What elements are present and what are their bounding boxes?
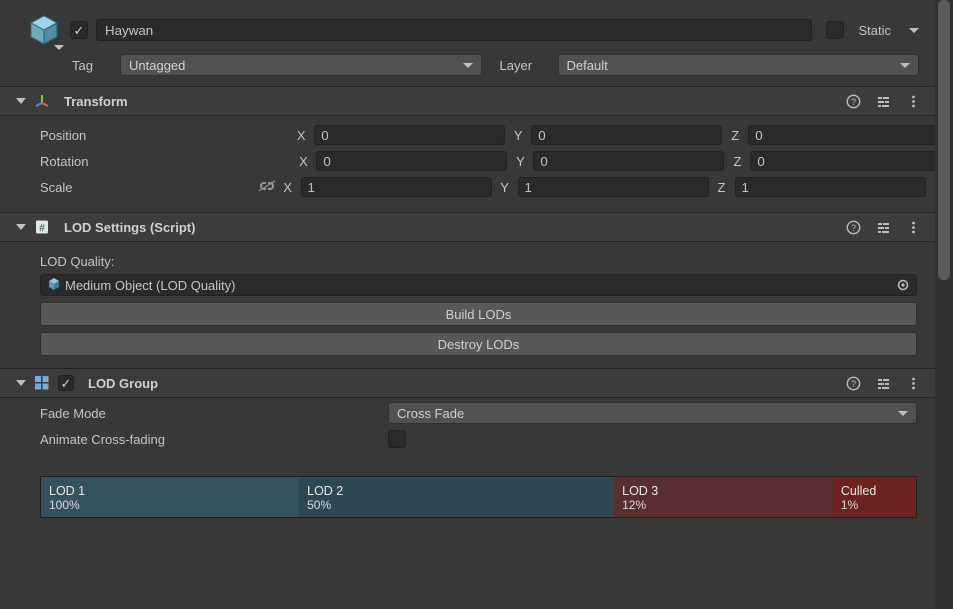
rotation-label: Rotation <box>40 154 88 169</box>
lod-segment-lod1[interactable]: LOD 1 100% <box>41 477 299 517</box>
chevron-down-icon <box>900 63 910 68</box>
position-x-input[interactable] <box>314 125 505 145</box>
lod-group-header[interactable]: LOD Group ? <box>0 368 935 398</box>
gameobject-name-field[interactable] <box>96 19 812 41</box>
help-icon[interactable]: ? <box>845 375 861 391</box>
layer-value: Default <box>567 58 608 73</box>
foldout-icon <box>16 380 26 386</box>
lod2-pct: 50% <box>307 498 606 512</box>
scriptableobject-icon <box>47 277 61 294</box>
lod1-pct: 100% <box>49 498 291 512</box>
axis-z-label: Z <box>728 128 742 143</box>
preset-icon[interactable] <box>875 219 891 235</box>
foldout-icon <box>16 98 26 104</box>
build-lods-button[interactable]: Build LODs <box>40 302 917 326</box>
gameobject-cube-icon[interactable] <box>26 12 62 48</box>
preset-icon[interactable] <box>875 375 891 391</box>
lod-group-enabled-checkbox[interactable] <box>58 375 74 391</box>
foldout-icon <box>16 224 26 230</box>
chevron-down-icon <box>463 63 473 68</box>
static-label: Static <box>858 23 891 38</box>
menu-icon[interactable] <box>905 219 921 235</box>
animate-crossfading-checkbox[interactable] <box>388 430 406 448</box>
constrain-proportions-icon[interactable] <box>257 179 275 195</box>
lod-group-title: LOD Group <box>88 376 158 391</box>
fade-mode-label: Fade Mode <box>40 406 380 421</box>
lod-segment-lod3[interactable]: LOD 3 12% <box>614 477 833 517</box>
culled-pct: 1% <box>841 498 908 512</box>
fade-mode-value: Cross Fade <box>397 406 464 421</box>
rotation-y-input[interactable] <box>533 151 724 171</box>
menu-icon[interactable] <box>905 375 921 391</box>
static-checkbox[interactable] <box>826 21 844 39</box>
lod-quality-value: Medium Object (LOD Quality) <box>65 278 236 293</box>
lod-settings-body: LOD Quality: Medium Object (LOD Quality)… <box>0 242 935 368</box>
help-icon[interactable]: ? <box>845 219 861 235</box>
svg-text:?: ? <box>850 97 855 107</box>
lod3-pct: 12% <box>622 498 825 512</box>
tag-label: Tag <box>72 58 112 73</box>
lod-quality-label: LOD Quality: <box>40 254 114 269</box>
svg-text:?: ? <box>850 223 855 233</box>
lod2-name: LOD 2 <box>307 484 606 498</box>
tag-dropdown[interactable]: Untagged <box>120 54 482 76</box>
position-z-input[interactable] <box>748 125 939 145</box>
axis-x-label: X <box>296 154 310 169</box>
scale-y-input[interactable] <box>518 177 709 197</box>
object-picker-icon[interactable] <box>894 276 912 294</box>
tag-value: Untagged <box>129 58 185 73</box>
axis-z-label: Z <box>730 154 744 169</box>
position-label: Position <box>40 128 86 143</box>
culled-name: Culled <box>841 484 908 498</box>
fade-mode-dropdown[interactable]: Cross Fade <box>388 402 917 424</box>
axis-y-label: Y <box>498 180 512 195</box>
lod-settings-title: LOD Settings (Script) <box>64 220 195 235</box>
lod3-name: LOD 3 <box>622 484 825 498</box>
position-y-input[interactable] <box>531 125 722 145</box>
scrollbar-thumb[interactable] <box>938 0 950 280</box>
prefab-dropdown-icon[interactable] <box>54 45 64 50</box>
lod-segment-culled[interactable]: Culled 1% <box>833 477 916 517</box>
lod-group-icon <box>34 375 50 391</box>
lod-bar[interactable]: LOD 1 100% LOD 2 50% LOD 3 12% Culled 1% <box>40 476 917 518</box>
axis-y-label: Y <box>511 128 525 143</box>
script-icon: # <box>34 219 50 235</box>
lod-quality-field[interactable]: Medium Object (LOD Quality) <box>40 274 917 296</box>
transform-body: Position X Y Z Rotation X Y Z Scale <box>0 116 935 212</box>
animate-crossfading-label: Animate Cross-fading <box>40 432 380 447</box>
preset-icon[interactable] <box>875 93 891 109</box>
vertical-scrollbar[interactable] <box>935 0 953 609</box>
transform-header[interactable]: Transform ? <box>0 86 935 116</box>
menu-icon[interactable] <box>905 93 921 109</box>
lod-settings-header[interactable]: # LOD Settings (Script) ? <box>0 212 935 242</box>
transform-icon <box>34 93 50 109</box>
help-icon[interactable]: ? <box>845 93 861 109</box>
axis-x-label: X <box>281 180 295 195</box>
layer-label: Layer <box>500 58 550 73</box>
axis-x-label: X <box>294 128 308 143</box>
chevron-down-icon <box>898 411 908 416</box>
svg-text:#: # <box>39 223 45 234</box>
lod1-name: LOD 1 <box>49 484 291 498</box>
transform-title: Transform <box>64 94 128 109</box>
scale-z-input[interactable] <box>735 177 926 197</box>
axis-z-label: Z <box>715 180 729 195</box>
lod-segment-lod2[interactable]: LOD 2 50% <box>299 477 614 517</box>
svg-text:?: ? <box>850 379 855 389</box>
scale-x-input[interactable] <box>301 177 492 197</box>
static-dropdown-icon[interactable] <box>909 28 919 33</box>
destroy-lods-button[interactable]: Destroy LODs <box>40 332 917 356</box>
rotation-x-input[interactable] <box>316 151 507 171</box>
gameobject-active-checkbox[interactable] <box>70 21 88 39</box>
rotation-z-input[interactable] <box>750 151 941 171</box>
scale-label: Scale <box>40 180 73 195</box>
layer-dropdown[interactable]: Default <box>558 54 920 76</box>
axis-y-label: Y <box>513 154 527 169</box>
